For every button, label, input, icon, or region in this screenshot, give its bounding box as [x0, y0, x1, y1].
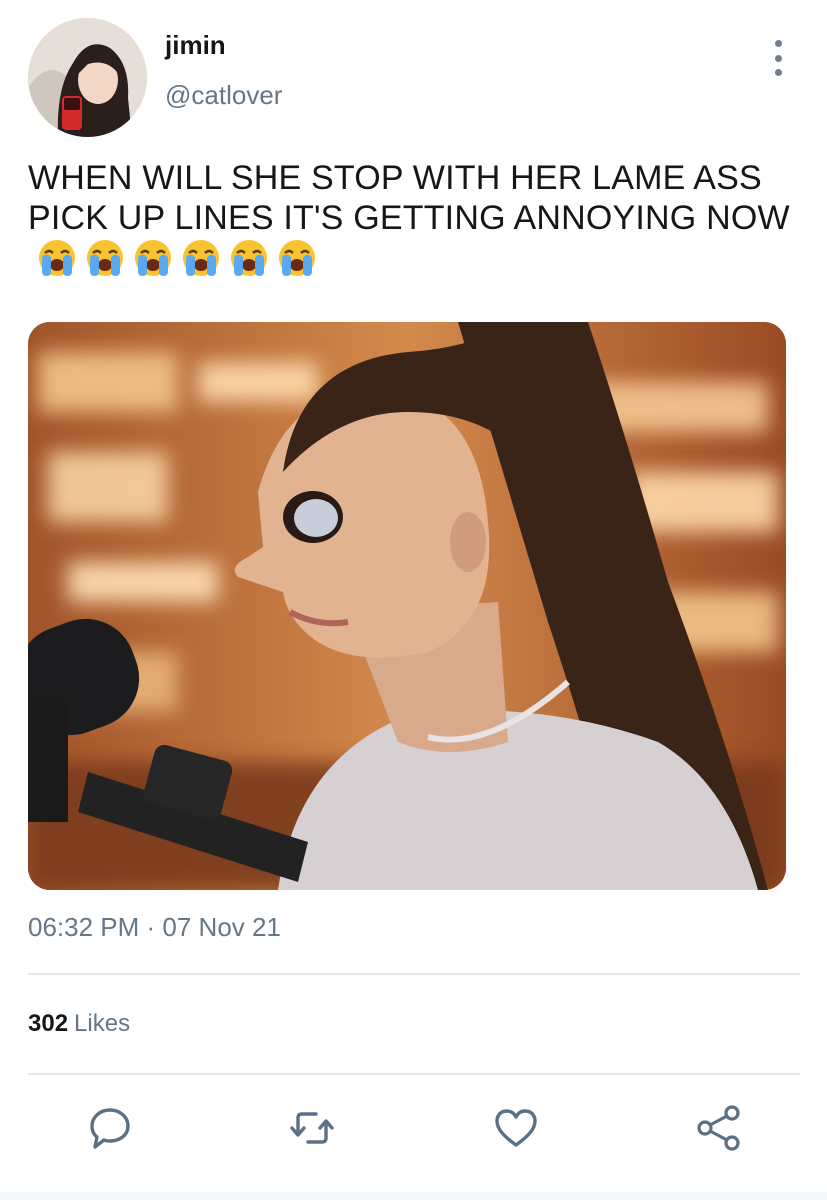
loudly-crying-face-icon	[87, 240, 123, 276]
loudly-crying-face-icon	[183, 240, 219, 276]
share-button[interactable]	[694, 1104, 742, 1152]
loudly-crying-face-icon	[231, 240, 267, 276]
share-icon	[697, 1105, 740, 1151]
divider	[28, 973, 800, 975]
tweet-timestamp[interactable]: 06:32 PM · 07 Nov 21	[28, 912, 281, 943]
emoji-row	[34, 238, 322, 287]
retweet-button[interactable]	[288, 1104, 336, 1152]
likes-stat[interactable]: 302 Likes	[28, 1010, 130, 1038]
likes-label: Likes	[74, 1010, 131, 1037]
like-icon	[495, 1109, 537, 1147]
likes-count: 302	[28, 1010, 69, 1037]
meme-photo	[28, 322, 786, 890]
loudly-crying-face-icon	[279, 240, 315, 276]
more-dot-icon	[774, 69, 782, 76]
avatar[interactable]	[28, 18, 147, 137]
more-dot-icon	[774, 40, 782, 47]
retweet-icon	[290, 1112, 334, 1144]
like-button[interactable]	[492, 1104, 540, 1152]
more-options-button[interactable]	[765, 40, 791, 76]
avatar-image	[28, 18, 147, 137]
loudly-crying-face-icon	[135, 240, 171, 276]
bottom-edge	[0, 1192, 827, 1200]
tweet-body: WHEN WILL SHE STOP WITH HER LAME ASS PIC…	[28, 159, 790, 237]
reply-icon	[90, 1108, 130, 1149]
reply-button[interactable]	[86, 1104, 134, 1152]
more-dot-icon	[774, 54, 782, 62]
loudly-crying-face-icon	[39, 240, 75, 276]
divider	[28, 1073, 800, 1075]
tweet-text: WHEN WILL SHE STOP WITH HER LAME ASS PIC…	[28, 158, 798, 287]
display-name[interactable]: jimin	[165, 30, 226, 61]
tweet-media-image[interactable]	[28, 322, 786, 890]
user-handle[interactable]: @catlover	[165, 80, 282, 111]
